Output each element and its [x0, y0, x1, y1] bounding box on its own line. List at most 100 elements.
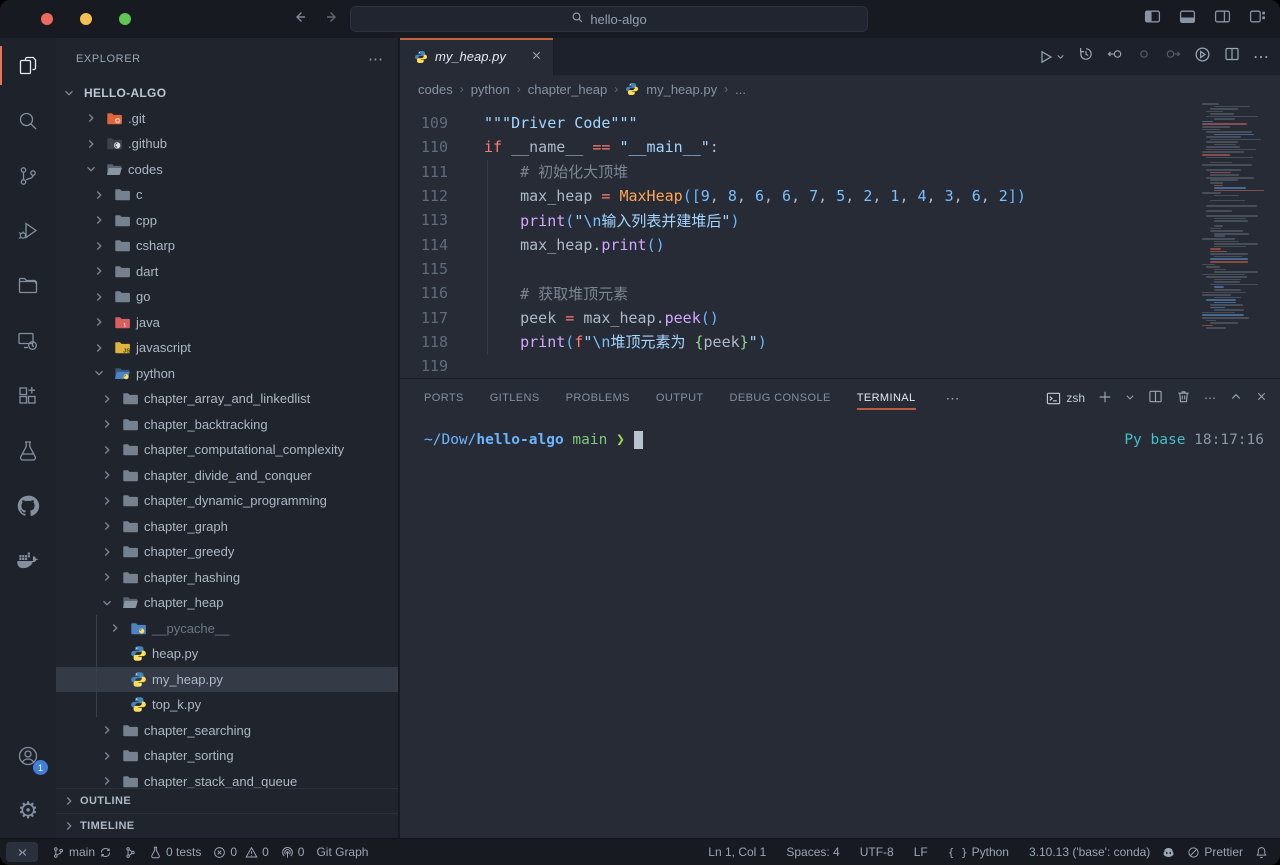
accounts-icon[interactable]: 1 [0, 728, 56, 783]
tree-item-python[interactable]: python [56, 361, 398, 387]
tree-item-chapter-sorting[interactable]: chapter_sorting [56, 743, 398, 769]
tree-item-chapter-dynamic-programming[interactable]: chapter_dynamic_programming [56, 488, 398, 514]
close-panel-icon[interactable] [1255, 390, 1268, 406]
command-center-search[interactable]: hello-algo [350, 6, 868, 32]
project-manager-icon[interactable] [0, 258, 56, 313]
eol-status[interactable]: LF [908, 839, 934, 865]
breadcrumb-item[interactable]: ... [735, 82, 746, 97]
tree-item--pycache-[interactable]: __pycache__ [56, 616, 398, 642]
tree-item-chapter-searching[interactable]: chapter_searching [56, 718, 398, 744]
tree-item-chapter-array-and-linkedlist[interactable]: chapter_array_and_linkedlist [56, 386, 398, 412]
run-debug-icon[interactable] [0, 203, 56, 258]
indentation-status[interactable]: Spaces: 4 [780, 839, 845, 865]
git-graph-button[interactable]: Git Graph [310, 839, 374, 865]
tree-item-chapter-computational-complexity[interactable]: chapter_computational_complexity [56, 437, 398, 463]
explorer-icon[interactable] [0, 38, 56, 93]
customize-layout-icon[interactable] [1249, 8, 1266, 30]
panel-tab-output[interactable]: OUTPUT [656, 379, 704, 417]
tree-item-javascript[interactable]: JSjavascript [56, 335, 398, 361]
toggle-primary-sidebar-icon[interactable] [1144, 8, 1161, 30]
maximize-panel-icon[interactable] [1230, 391, 1242, 406]
panel-tab-debug-console[interactable]: DEBUG CONSOLE [730, 379, 831, 417]
panel-tab-terminal[interactable]: TERMINAL [857, 379, 916, 417]
docker-icon[interactable] [0, 533, 56, 588]
kill-terminal-icon[interactable] [1176, 389, 1191, 407]
tree-item-cpp[interactable]: cpp [56, 208, 398, 234]
panel-tab-problems[interactable]: PROBLEMS [566, 379, 630, 417]
breadcrumb-item[interactable]: my_heap.py [646, 82, 717, 97]
toggle-secondary-sidebar-icon[interactable] [1214, 8, 1231, 30]
tree-item-chapter-divide-and-conquer[interactable]: chapter_divide_and_conquer [56, 463, 398, 489]
search-sidebar-icon[interactable] [0, 93, 56, 148]
tree-item-chapter-greedy[interactable]: chapter_greedy [56, 539, 398, 565]
tree-item-chapter-heap[interactable]: chapter_heap [56, 590, 398, 616]
tree-item-top-k-py[interactable]: top_k.py [56, 692, 398, 718]
panel-tabs-overflow-icon[interactable]: ⋯ [946, 390, 961, 407]
breadcrumb-item[interactable]: chapter_heap [528, 82, 608, 97]
current-change-icon[interactable] [1136, 46, 1152, 67]
notifications-bell-icon[interactable] [1249, 839, 1274, 865]
terminal-dropdown-icon[interactable] [1125, 391, 1135, 405]
problems-status[interactable]: 0 0 [207, 839, 274, 865]
minimap[interactable] [1202, 100, 1272, 335]
run-python-file-button[interactable] [1038, 49, 1065, 65]
explorer-more-actions-icon[interactable]: ⋯ [368, 50, 384, 68]
split-editor-icon[interactable] [1224, 46, 1240, 67]
remote-indicator[interactable] [6, 842, 38, 862]
breadcrumb-item[interactable]: python [471, 82, 510, 97]
tree-item-my-heap-py[interactable]: my_heap.py [56, 667, 398, 693]
new-terminal-icon[interactable] [1098, 390, 1112, 407]
github-icon[interactable] [0, 478, 56, 533]
run-interactive-icon[interactable] [1194, 46, 1211, 68]
remote-explorer-icon[interactable] [0, 313, 56, 368]
tab-close-icon[interactable] [530, 49, 543, 65]
panel-tab-ports[interactable]: PORTS [424, 379, 464, 417]
extensions-icon[interactable] [0, 368, 56, 423]
tree-item--git[interactable]: .git [56, 106, 398, 132]
tab-my-heap[interactable]: my_heap.py [400, 38, 554, 75]
gitlens-graph-button[interactable] [118, 839, 143, 865]
tree-item-codes[interactable]: codes [56, 157, 398, 183]
navigate-back-icon[interactable] [292, 9, 308, 30]
tree-item-csharp[interactable]: csharp [56, 233, 398, 259]
branch-status[interactable]: main [46, 839, 118, 865]
panel-tab-gitlens[interactable]: GITLENS [490, 379, 540, 417]
breadcrumb-item[interactable]: codes [418, 82, 453, 97]
tree-item--github[interactable]: .github [56, 131, 398, 157]
file-history-icon[interactable] [1078, 46, 1094, 67]
language-mode[interactable]: { }Python [942, 839, 1015, 865]
tree-item-java[interactable]: java [56, 310, 398, 336]
tree-item-dart[interactable]: dart [56, 259, 398, 285]
settings-gear-icon[interactable]: ⚙ [0, 783, 56, 838]
python-interpreter[interactable]: 3.10.13 ('base': conda) [1023, 839, 1156, 865]
tests-status[interactable]: 0 tests [143, 839, 207, 865]
source-control-icon[interactable] [0, 148, 56, 203]
next-change-icon[interactable] [1165, 46, 1181, 67]
encoding-status[interactable]: UTF-8 [854, 839, 900, 865]
close-window-button[interactable] [41, 13, 53, 25]
terminal-instance[interactable]: zsh [1046, 391, 1085, 406]
copilot-status-icon[interactable] [1156, 839, 1181, 865]
outline-section[interactable]: OUTLINE [56, 788, 398, 813]
tree-item-chapter-graph[interactable]: chapter_graph [56, 514, 398, 540]
panel-more-actions-icon[interactable]: ⋯ [1204, 391, 1217, 405]
ports-status[interactable]: 0 [275, 839, 311, 865]
prettier-status[interactable]: Prettier [1181, 839, 1249, 865]
tree-item-chapter-backtracking[interactable]: chapter_backtracking [56, 412, 398, 438]
code-editor[interactable]: 109"""Driver Code"""110if __name__ == "_… [400, 103, 1280, 378]
split-terminal-icon[interactable] [1148, 389, 1163, 407]
previous-change-icon[interactable] [1107, 46, 1123, 67]
navigate-forward-icon[interactable] [324, 9, 340, 30]
toggle-panel-icon[interactable] [1179, 8, 1196, 30]
tree-root[interactable]: HELLO-ALGO [56, 80, 398, 106]
tree-item-go[interactable]: go [56, 284, 398, 310]
timeline-section[interactable]: TIMELINE [56, 813, 398, 838]
more-actions-icon[interactable]: ⋯ [1253, 47, 1270, 67]
tree-item-c[interactable]: c [56, 182, 398, 208]
cursor-position[interactable]: Ln 1, Col 1 [702, 839, 772, 865]
zoom-window-button[interactable] [119, 13, 131, 25]
minimize-window-button[interactable] [80, 13, 92, 25]
tree-item-chapter-hashing[interactable]: chapter_hashing [56, 565, 398, 591]
testing-icon[interactable] [0, 423, 56, 478]
tree-item-heap-py[interactable]: heap.py [56, 641, 398, 667]
